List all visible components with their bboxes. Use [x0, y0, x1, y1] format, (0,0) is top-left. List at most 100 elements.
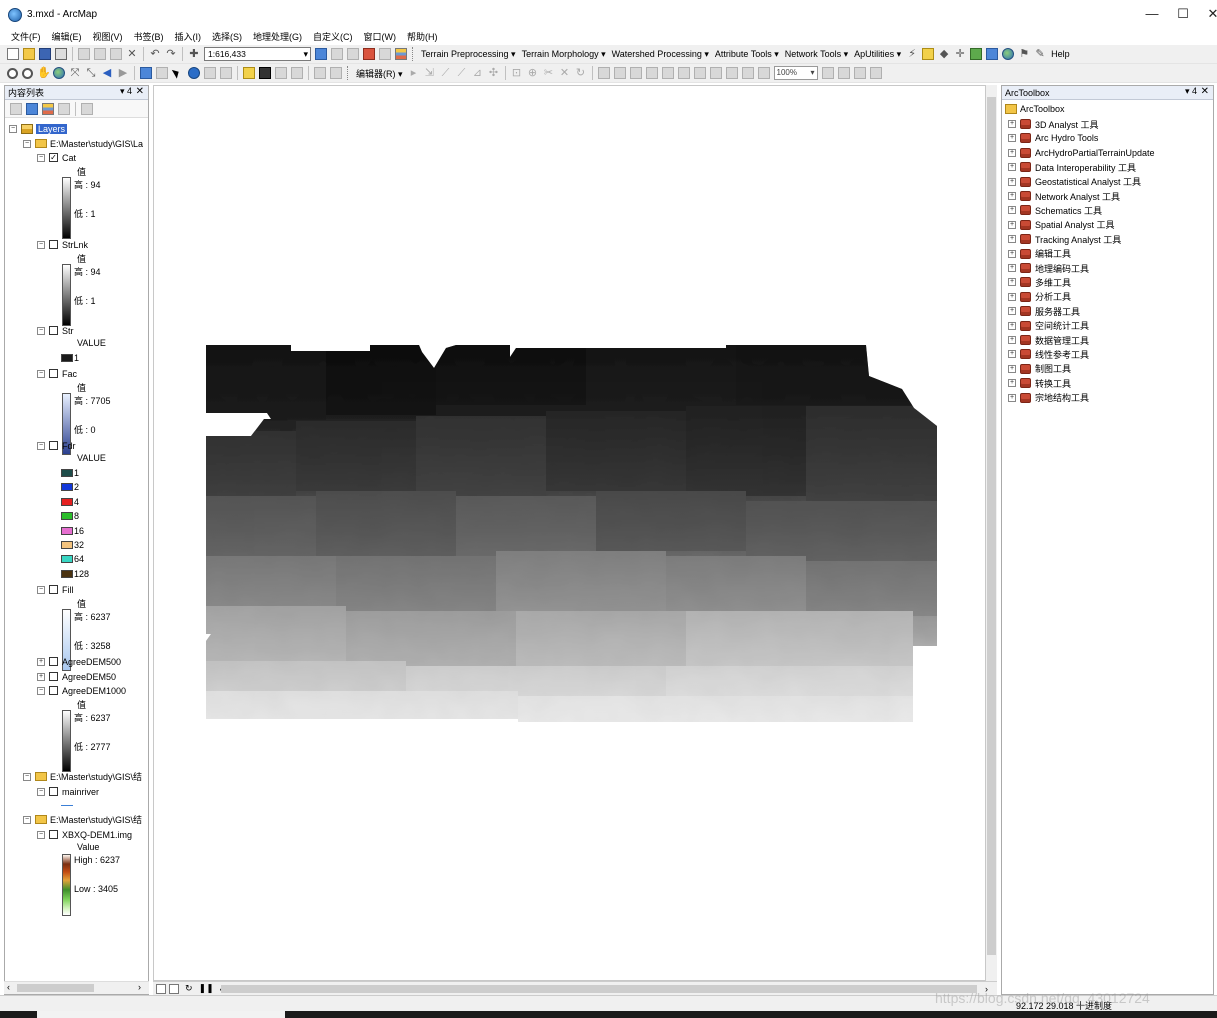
- toolbox-item[interactable]: + Tracking Analyst 工具: [1008, 232, 1121, 246]
- toolbox-item[interactable]: + 数据管理工具: [1008, 333, 1089, 347]
- toc-layer-agreedem50[interactable]: + AgreeDEM50: [37, 670, 116, 683]
- layer-visibility-checkbox[interactable]: [49, 585, 58, 594]
- toc-layer-fdr[interactable]: − Fdr: [37, 439, 76, 452]
- aputilities-menu[interactable]: ApUtilities ▾: [854, 49, 901, 60]
- toolbox-item[interactable]: + 转换工具: [1008, 376, 1071, 390]
- menu-geoprocessing[interactable]: 地理处理(G): [253, 30, 302, 43]
- full-extent-icon[interactable]: [53, 67, 65, 79]
- map-vertical-scrollbar[interactable]: [986, 85, 997, 981]
- refresh-icon[interactable]: ↻: [185, 983, 193, 994]
- back-extent-icon[interactable]: ◀: [101, 67, 113, 79]
- undo-icon[interactable]: ↶: [149, 48, 161, 60]
- save-icon[interactable]: [39, 48, 51, 60]
- expand-icon[interactable]: +: [1008, 336, 1016, 344]
- toolbox-item[interactable]: + Arc Hydro Tools: [1008, 131, 1098, 145]
- hyperlink-icon[interactable]: [204, 67, 216, 79]
- toolbox-item[interactable]: +3D Analyst 工具: [1008, 117, 1099, 131]
- add-data-icon[interactable]: ✚: [188, 48, 200, 60]
- expand-icon[interactable]: +: [1008, 148, 1016, 157]
- viewer-window-icon[interactable]: [330, 67, 342, 79]
- batch-point-icon[interactable]: ◆: [938, 48, 950, 60]
- rotate-icon[interactable]: ↻: [575, 67, 587, 79]
- network-tools-menu[interactable]: Network Tools ▾: [785, 49, 848, 60]
- collapse-icon[interactable]: −: [37, 830, 45, 839]
- help-menu-button[interactable]: Help: [1051, 49, 1070, 59]
- collapse-icon[interactable]: −: [37, 686, 45, 695]
- point-delineation-icon[interactable]: [922, 48, 935, 60]
- toolbox-item[interactable]: + 服务器工具: [1008, 304, 1080, 318]
- toc-layer-agreedem1000[interactable]: − AgreeDEM1000: [37, 684, 126, 697]
- layer-visibility-checkbox[interactable]: [49, 686, 58, 695]
- menu-insert[interactable]: 插入(I): [175, 30, 202, 43]
- html-popup-icon[interactable]: [220, 67, 232, 79]
- collapse-icon[interactable]: −: [37, 240, 45, 249]
- edit-tool-icon[interactable]: ▸: [408, 67, 420, 79]
- toolbox-item[interactable]: + 制图工具: [1008, 362, 1071, 376]
- find-route-icon[interactable]: [275, 67, 287, 79]
- toc-group-2[interactable]: − E:\Master\study\GIS\结: [23, 770, 142, 783]
- zoom-in-icon[interactable]: [7, 67, 18, 79]
- close-icon[interactable]: ✕: [136, 86, 144, 97]
- list-by-drawing-order-icon[interactable]: [10, 102, 22, 115]
- layout-back-icon[interactable]: [741, 67, 754, 79]
- terrain-morphology-menu[interactable]: Terrain Morphology ▾: [522, 49, 606, 60]
- toolbox-item[interactable]: + Spatial Analyst 工具: [1008, 218, 1115, 232]
- layout-forward-icon[interactable]: [757, 67, 770, 79]
- collapse-icon[interactable]: −: [37, 369, 45, 378]
- redo-icon[interactable]: ↷: [165, 48, 177, 60]
- expand-icon[interactable]: +: [1008, 278, 1016, 287]
- toolbox-item[interactable]: + Geostatistical Analyst 工具: [1008, 175, 1141, 189]
- print-icon[interactable]: [55, 48, 67, 60]
- scroll-left-arrow-icon[interactable]: ‹: [7, 982, 10, 992]
- watershed-processing-menu[interactable]: Watershed Processing ▾: [612, 49, 709, 60]
- expand-icon[interactable]: +: [1008, 249, 1016, 258]
- focus-data-frame-icon[interactable]: [837, 67, 850, 79]
- flow-path-icon[interactable]: ⚡: [906, 48, 918, 60]
- expand-icon[interactable]: +: [1008, 134, 1016, 143]
- delete-icon[interactable]: ✕: [126, 48, 138, 60]
- pan-hand-icon[interactable]: ✋: [37, 67, 51, 79]
- toc-layer-fac[interactable]: − Fac: [37, 367, 77, 380]
- layer-visibility-checkbox[interactable]: [49, 672, 58, 681]
- pen-icon[interactable]: ✎: [1034, 48, 1046, 60]
- expand-icon[interactable]: +: [37, 672, 45, 681]
- sketch-properties-icon[interactable]: [613, 67, 626, 79]
- expand-icon[interactable]: +: [1008, 220, 1016, 229]
- select-elements-arrow-icon[interactable]: [172, 67, 184, 79]
- new-document-icon[interactable]: [7, 48, 19, 60]
- arctoolbox-icon[interactable]: [363, 48, 375, 60]
- toc-layer-dem[interactable]: − XBXQ-DEM1.img: [37, 828, 132, 841]
- menu-file[interactable]: 文件(F): [11, 30, 41, 43]
- toc-options-icon[interactable]: [81, 102, 93, 115]
- copy-icon[interactable]: [94, 48, 106, 60]
- toolbox-item[interactable]: + 多维工具: [1008, 275, 1071, 289]
- toolbox-item[interactable]: + Data Interoperability 工具: [1008, 160, 1136, 174]
- time-slider-icon[interactable]: [314, 67, 326, 79]
- toolbar-grip[interactable]: [347, 66, 350, 80]
- editor-toolbar-icon[interactable]: [315, 48, 327, 60]
- paste-icon[interactable]: [110, 48, 122, 60]
- scrollbar-thumb[interactable]: [17, 984, 94, 992]
- toc-layer-mainriver[interactable]: − mainriver: [37, 785, 99, 798]
- go-to-xy-icon[interactable]: [291, 67, 303, 79]
- list-by-source-icon[interactable]: [26, 102, 38, 115]
- collapse-icon[interactable]: −: [23, 815, 31, 824]
- toolbox-item[interactable]: + 分析工具: [1008, 290, 1071, 304]
- assign-id-icon[interactable]: [986, 48, 999, 60]
- attribute-tools-menu[interactable]: Attribute Tools ▾: [715, 49, 779, 60]
- layer-visibility-checkbox[interactable]: [49, 326, 58, 335]
- point-tool-icon[interactable]: ✣: [488, 67, 500, 79]
- create-features-icon[interactable]: [629, 67, 642, 79]
- expand-icon[interactable]: +: [1008, 379, 1016, 388]
- layer-visibility-checkbox[interactable]: [49, 240, 58, 249]
- toggle-draft-mode-icon[interactable]: [821, 67, 834, 79]
- trace-tool-icon[interactable]: ⊿: [472, 67, 484, 79]
- reshape-icon[interactable]: ⊕: [527, 67, 539, 79]
- maximize-button[interactable]: ☐: [1168, 6, 1198, 22]
- layer-visibility-checkbox[interactable]: [49, 830, 58, 839]
- zoom-out-icon[interactable]: [22, 67, 33, 79]
- toolbox-item[interactable]: + Schematics 工具: [1008, 203, 1102, 217]
- menu-selection[interactable]: 选择(S): [212, 30, 242, 43]
- collapse-icon[interactable]: −: [23, 139, 31, 148]
- toolbox-item[interactable]: + 编辑工具: [1008, 247, 1071, 261]
